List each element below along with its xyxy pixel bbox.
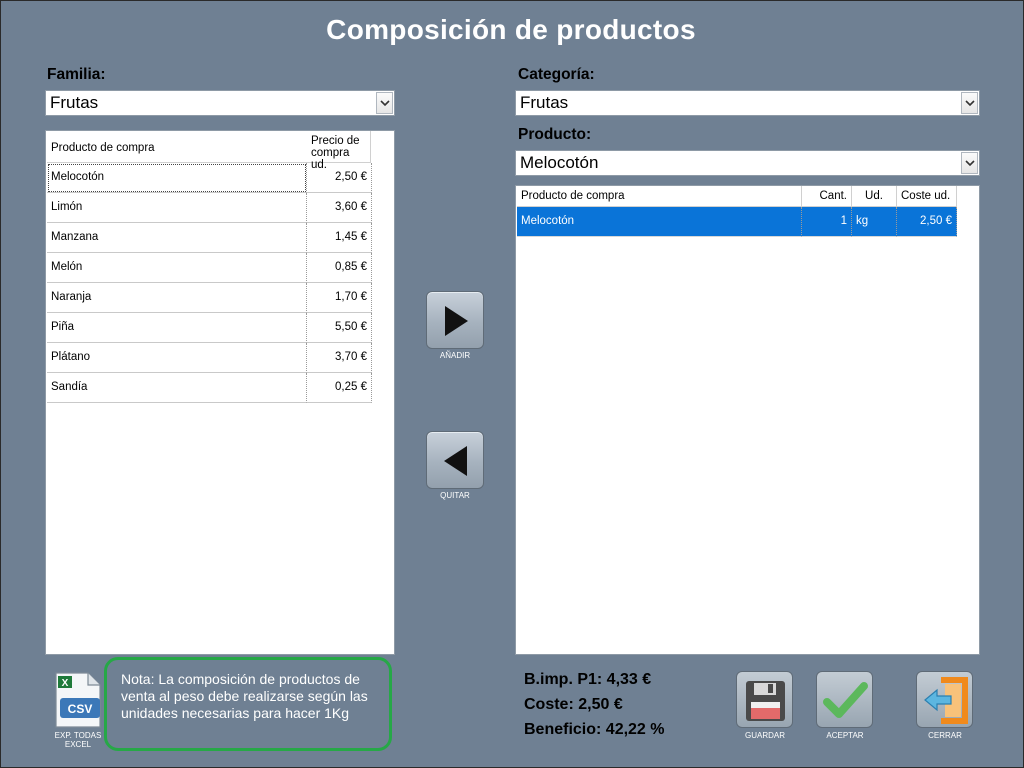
table-row[interactable]: Manzana 1,45 €	[47, 223, 372, 253]
column-header-producto[interactable]: Producto de compra	[517, 186, 802, 207]
table-row[interactable]: Plátano 3,70 €	[47, 343, 372, 373]
play-right-icon	[445, 306, 468, 336]
cell-precio: 3,70 €	[307, 343, 372, 373]
cell-producto: Manzana	[47, 223, 307, 253]
svg-text:X: X	[62, 678, 69, 689]
total-coste: Coste: 2,50 €	[524, 696, 623, 713]
table-row[interactable]: Melocotón 2,50 €	[47, 163, 372, 193]
close-button-label: CERRAR	[928, 731, 962, 740]
cell-ud: kg	[852, 207, 897, 237]
floppy-disk-icon	[746, 681, 785, 721]
table-row[interactable]: Piña 5,50 €	[47, 313, 372, 343]
export-excel-label-line1: EXP. TODAS	[54, 731, 102, 740]
cell-producto: Melocotón	[47, 163, 307, 193]
table-row[interactable]: Naranja 1,70 €	[47, 283, 372, 313]
category-select-value: Frutas	[520, 93, 569, 112]
table-row[interactable]: Sandía 0,25 €	[47, 373, 372, 403]
export-excel-button[interactable]: X CSV	[52, 671, 104, 729]
column-header-precio-line1: Precio de	[311, 135, 360, 147]
cell-producto: Limón	[47, 193, 307, 223]
cell-producto: Piña	[47, 313, 307, 343]
play-left-icon	[444, 446, 467, 476]
cell-producto: Naranja	[47, 283, 307, 313]
accept-button[interactable]	[816, 671, 873, 728]
purchase-products-grid[interactable]: Producto de compra Precio de compra ud. …	[45, 130, 395, 655]
category-label: Categoría:	[518, 66, 595, 83]
chevron-down-icon[interactable]	[961, 152, 978, 174]
chevron-down-icon[interactable]	[961, 92, 978, 114]
cell-producto: Melocotón	[517, 207, 802, 237]
chevron-down-icon[interactable]	[376, 92, 393, 114]
column-header-ud[interactable]: Ud.	[852, 186, 897, 207]
table-row[interactable]: Melocotón 1 kg 2,50 €	[517, 207, 957, 237]
table-row[interactable]: Melón 0,85 €	[47, 253, 372, 283]
product-select-value: Melocotón	[520, 153, 599, 172]
cell-producto: Sandía	[47, 373, 307, 403]
column-header-producto[interactable]: Producto de compra	[47, 131, 308, 163]
total-bimp: B.imp. P1: 4,33 €	[524, 671, 652, 688]
total-beneficio: Beneficio: 42,22 %	[524, 721, 665, 738]
column-header-precio[interactable]: Precio de compra ud.	[307, 131, 371, 171]
window-title: Composición de productos	[326, 14, 696, 45]
checkmark-icon	[823, 682, 868, 718]
composition-grid[interactable]: Producto de compra Cant. Ud. Coste ud. M…	[515, 185, 980, 655]
add-button[interactable]	[426, 291, 484, 349]
cell-precio: 5,50 €	[307, 313, 372, 343]
cell-precio: 1,70 €	[307, 283, 372, 313]
family-label: Familia:	[47, 66, 106, 83]
remove-button[interactable]	[426, 431, 484, 489]
svg-text:CSV: CSV	[68, 702, 93, 716]
family-select[interactable]: Frutas	[45, 90, 395, 116]
note-text: Nota: La composición de productos de ven…	[121, 671, 368, 721]
cell-precio: 1,45 €	[307, 223, 372, 253]
export-excel-label-line2: EXCEL	[64, 740, 92, 749]
cell-precio: 3,60 €	[307, 193, 372, 223]
close-button[interactable]	[916, 671, 973, 728]
column-header-cant[interactable]: Cant.	[802, 186, 852, 207]
column-header-coste[interactable]: Coste ud.	[897, 186, 957, 207]
remove-button-label: QUITAR	[440, 491, 470, 500]
cell-coste: 2,50 €	[897, 207, 957, 237]
exit-door-icon	[924, 677, 968, 724]
cell-precio: 2,50 €	[307, 163, 372, 193]
accept-button-label: ACEPTAR	[826, 731, 864, 740]
cell-producto: Plátano	[47, 343, 307, 373]
family-select-value: Frutas	[50, 93, 99, 112]
note-box: Nota: La composición de productos de ven…	[104, 657, 392, 751]
product-select[interactable]: Melocotón	[515, 150, 980, 176]
cell-cant: 1	[802, 207, 852, 237]
cell-producto: Melón	[47, 253, 307, 283]
cell-precio: 0,25 €	[307, 373, 372, 403]
product-label: Producto:	[518, 126, 592, 143]
export-excel-label: EXP. TODAS EXCEL	[43, 731, 113, 749]
save-button[interactable]	[736, 671, 793, 728]
category-select[interactable]: Frutas	[515, 90, 980, 116]
table-row[interactable]: Limón 3,60 €	[47, 193, 372, 223]
add-button-label: AÑADIR	[439, 351, 471, 360]
cell-precio: 0,85 €	[307, 253, 372, 283]
csv-file-icon: X CSV	[55, 672, 101, 728]
save-button-label: GUARDAR	[744, 731, 785, 740]
